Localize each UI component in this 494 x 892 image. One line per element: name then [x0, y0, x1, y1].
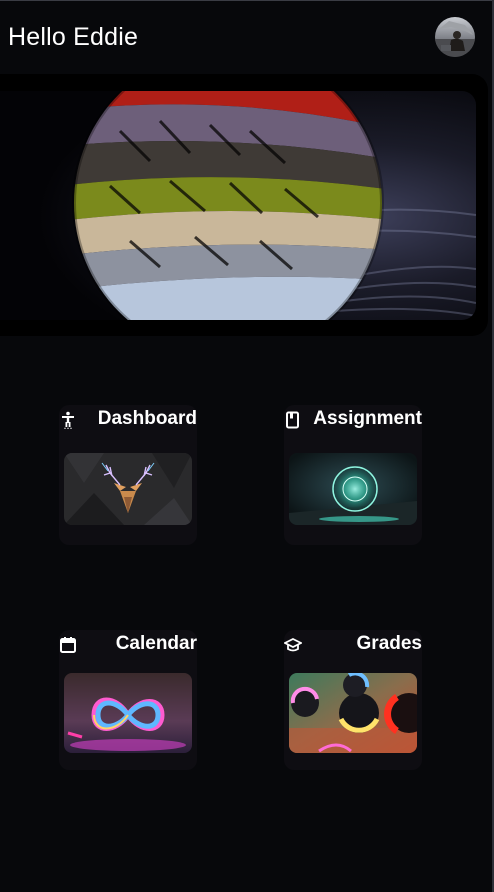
- dashboard-label: Dashboard: [97, 408, 197, 429]
- dashboard-card[interactable]: Dashboard: [59, 405, 197, 545]
- greeting-text: Hello Eddie: [8, 23, 139, 51]
- assignment-label: Assignment: [313, 408, 422, 429]
- dashboard-thumbnail: [64, 453, 192, 525]
- calendar-thumbnail: [64, 673, 192, 753]
- avatar[interactable]: [435, 17, 475, 57]
- grades-thumbnail: [289, 673, 417, 753]
- accessibility-icon: [59, 411, 77, 429]
- grades-card[interactable]: Grades: [282, 630, 422, 770]
- assignment-card[interactable]: Assignment: [284, 405, 422, 545]
- assignment-thumbnail: [289, 453, 417, 525]
- calendar-label: Calendar: [115, 633, 197, 654]
- hero-sphere-image: [0, 91, 476, 320]
- app-header: Hello Eddie: [0, 0, 494, 74]
- book-icon: [284, 411, 302, 429]
- calendar-card[interactable]: Calendar: [59, 630, 197, 770]
- graduation-cap-icon: [282, 636, 304, 654]
- calendar-icon: [59, 636, 77, 654]
- grades-label: Grades: [356, 633, 422, 654]
